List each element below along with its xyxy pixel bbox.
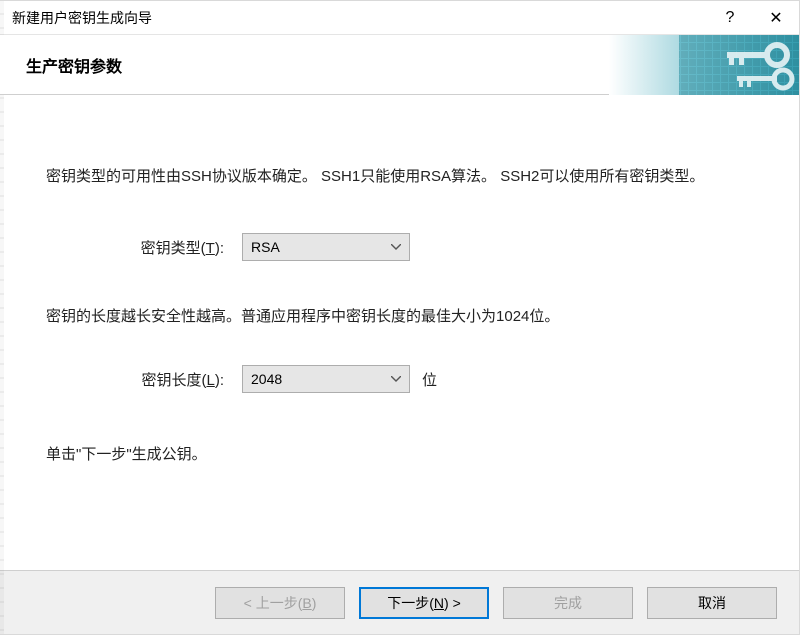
description-key-length: 密钥的长度越长安全性越高。普通应用程序中密钥长度的最佳大小为1024位。: [46, 305, 753, 329]
label-key-length: 密钥长度(L):: [46, 369, 242, 390]
banner-art: [609, 35, 799, 95]
next-button[interactable]: 下一步(N) >: [359, 587, 489, 619]
label-key-type-pre: 密钥类型(: [141, 240, 206, 257]
field-key-length: 密钥长度(L): 2048 位: [46, 365, 753, 393]
description-key-type: 密钥类型的可用性由SSH协议版本确定。 SSH1只能使用RSA算法。 SSH2可…: [46, 165, 753, 189]
cancel-button[interactable]: 取消: [647, 587, 777, 619]
next-button-accel: N: [434, 595, 444, 611]
next-button-pre: 下一步(: [387, 593, 434, 613]
label-key-type-accel: T: [206, 240, 215, 257]
back-button-accel: B: [302, 595, 311, 611]
label-key-type: 密钥类型(T):: [46, 237, 242, 258]
back-button: < 上一步(B): [215, 587, 345, 619]
window-title: 新建用户密钥生成向导: [12, 8, 707, 28]
combo-key-length-value: 2048: [251, 371, 401, 387]
combo-key-type[interactable]: RSA: [242, 233, 410, 261]
combo-key-length[interactable]: 2048: [242, 365, 410, 393]
field-key-type: 密钥类型(T): RSA: [46, 233, 753, 261]
wizard-window: 新建用户密钥生成向导 ? ✕ 生产密钥参数: [0, 0, 800, 635]
banner-title: 生产密钥参数: [0, 53, 122, 77]
back-button-pre: < 上一步(: [244, 593, 303, 613]
back-button-post: ): [312, 595, 317, 611]
instruction-next: 单击"下一步"生成公钥。: [46, 443, 753, 467]
label-key-length-accel: L: [206, 372, 214, 389]
wizard-body: 密钥类型的可用性由SSH协议版本确定。 SSH1只能使用RSA算法。 SSH2可…: [0, 95, 799, 570]
titlebar: 新建用户密钥生成向导 ? ✕: [0, 1, 799, 35]
wizard-footer: < 上一步(B) 下一步(N) > 完成 取消: [0, 570, 799, 634]
close-button[interactable]: ✕: [753, 1, 799, 35]
combo-key-type-value: RSA: [251, 239, 401, 255]
help-button[interactable]: ?: [707, 1, 753, 35]
finish-button: 完成: [503, 587, 633, 619]
next-button-post: ) >: [444, 595, 461, 611]
label-key-length-post: ):: [215, 372, 224, 389]
label-key-type-post: ):: [215, 240, 224, 257]
label-key-length-unit: 位: [422, 369, 437, 390]
label-key-length-pre: 密钥长度(: [141, 372, 206, 389]
banner: 生产密钥参数: [0, 35, 799, 95]
